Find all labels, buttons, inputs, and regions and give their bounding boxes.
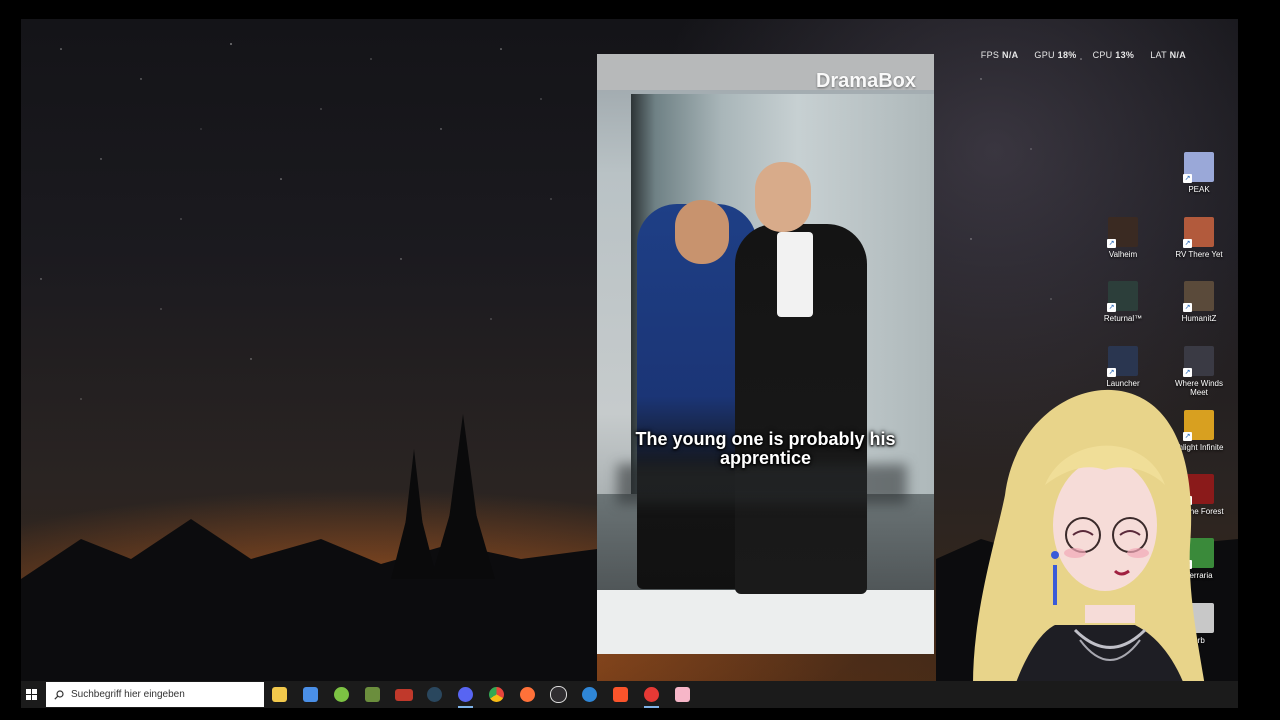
obs-icon bbox=[550, 686, 567, 703]
taskbar-discord[interactable] bbox=[450, 681, 481, 708]
subtitle-line-1: The young one is probably his bbox=[635, 429, 896, 449]
taskbar-blue-app[interactable] bbox=[574, 681, 605, 708]
returnal-game-icon: ↗ bbox=[1107, 281, 1138, 312]
desktop-icon-peak[interactable]: ↗ PEAK bbox=[1166, 152, 1232, 194]
valheim-game-icon: ↗ bbox=[1107, 217, 1138, 248]
vtuber-avatar bbox=[935, 375, 1235, 720]
microsoft-store-icon bbox=[303, 687, 318, 702]
taskbar-minecraft[interactable] bbox=[357, 681, 388, 708]
steam-icon bbox=[427, 687, 442, 702]
chrome-icon bbox=[489, 687, 504, 702]
rv-there-yet-game-icon: ↗ bbox=[1183, 217, 1214, 248]
screen-bottom-border bbox=[0, 708, 1280, 720]
windows-logo-icon bbox=[25, 689, 37, 700]
brave-icon bbox=[613, 687, 628, 702]
taskbar-microsoft-store[interactable] bbox=[295, 681, 326, 708]
peak-game-icon: ↗ bbox=[1183, 152, 1214, 183]
start-button[interactable] bbox=[21, 681, 41, 708]
desktop-icon-humanitz[interactable]: ↗ HumanitZ bbox=[1166, 281, 1232, 323]
desktop-icon-valheim[interactable]: ↗ Valheim bbox=[1090, 217, 1156, 259]
dramabox-watermark: DramaBox bbox=[815, 70, 916, 92]
launcher-badge-icon bbox=[394, 688, 413, 701]
desktop-icon-rv-there-yet[interactable]: ↗ RV There Yet bbox=[1166, 217, 1232, 259]
app-blue-icon bbox=[582, 687, 597, 702]
performance-overlay: FPS N/A GPU 18% CPU 13% LAT N/A bbox=[981, 50, 1186, 60]
video-player[interactable]: DramaBox The young one is probably his a… bbox=[597, 54, 934, 654]
taskbar-chrome[interactable] bbox=[481, 681, 512, 708]
taskbar-brave[interactable] bbox=[605, 681, 636, 708]
taskbar-opera-gx[interactable] bbox=[636, 681, 667, 708]
firefox-icon bbox=[520, 687, 535, 702]
subtitle-line-2: apprentice bbox=[719, 448, 812, 468]
video-person-right-head bbox=[755, 162, 811, 232]
search-icon bbox=[54, 689, 64, 700]
taskbar-android-app[interactable] bbox=[326, 681, 357, 708]
humanitz-game-icon: ↗ bbox=[1183, 281, 1214, 312]
video-person-right-shirt bbox=[777, 232, 813, 317]
video-foreground-table bbox=[597, 590, 934, 654]
fps-stat: FPS N/A bbox=[980, 50, 1019, 60]
taskbar-firefox[interactable] bbox=[512, 681, 543, 708]
where-winds-meet-game-icon: ↗ bbox=[1183, 346, 1214, 377]
launcher-icon: ↗ bbox=[1107, 346, 1138, 377]
discord-icon bbox=[458, 687, 473, 702]
latency-stat: LAT N/A bbox=[1150, 50, 1186, 60]
video-subtitle: The young one is probably his apprentice bbox=[597, 430, 934, 468]
opera-gx-icon bbox=[644, 687, 659, 702]
video-person-left-head bbox=[675, 200, 729, 264]
search-placeholder: Suchbegriff hier eingeben bbox=[71, 689, 185, 700]
blurred-subtitle-region bbox=[617, 464, 907, 504]
taskbar-file-explorer[interactable] bbox=[264, 681, 295, 708]
pink-app-icon bbox=[675, 687, 690, 702]
desktop-icon-returnal[interactable]: ↗ Returnal™ bbox=[1090, 281, 1156, 323]
taskbar-pink-app[interactable] bbox=[667, 681, 698, 708]
taskbar-steam[interactable] bbox=[419, 681, 450, 708]
windows-taskbar: Suchbegriff hier eingeben bbox=[21, 681, 1238, 708]
taskbar-search-box[interactable]: Suchbegriff hier eingeben bbox=[46, 682, 264, 707]
minecraft-icon bbox=[365, 687, 380, 702]
android-app-icon bbox=[334, 687, 349, 702]
taskbar-obs[interactable] bbox=[543, 681, 574, 708]
cpu-stat: CPU 13% bbox=[1092, 50, 1135, 60]
taskbar-launcher-badge[interactable] bbox=[388, 681, 419, 708]
file-explorer-icon bbox=[272, 687, 287, 702]
gpu-stat: GPU 18% bbox=[1034, 50, 1077, 60]
